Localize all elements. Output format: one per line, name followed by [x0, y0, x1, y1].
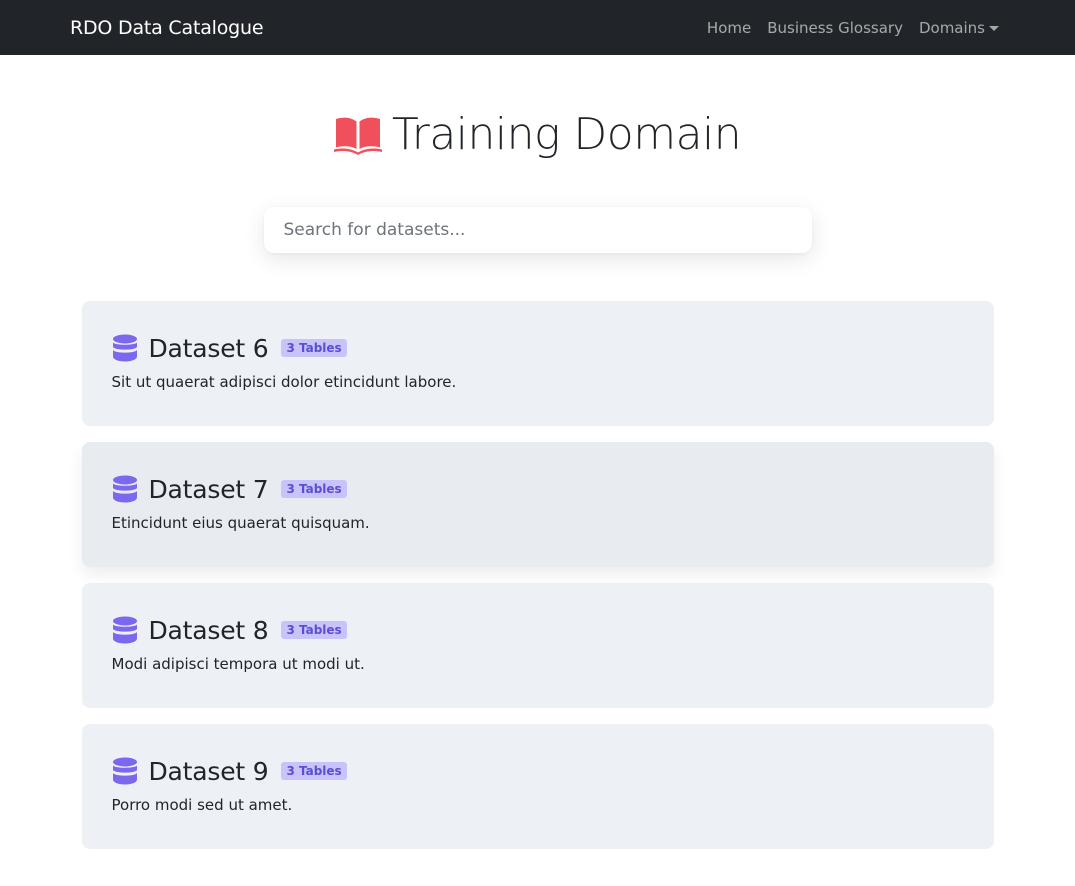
- tables-badge: 3 Tables: [281, 621, 347, 639]
- dataset-description: Modi adipisci tempora ut modi ut.: [111, 655, 365, 673]
- search-container: [263, 207, 812, 253]
- navbar: RDO Data Catalogue Home Business Glossar…: [0, 0, 1075, 55]
- search-input[interactable]: [263, 207, 812, 253]
- database-icon: [112, 616, 137, 644]
- brand-link[interactable]: RDO Data Catalogue: [70, 17, 264, 39]
- page-title: Training Domain: [391, 109, 742, 160]
- tables-badge: 3 Tables: [281, 339, 347, 357]
- dataset-title: Dataset 7: [148, 474, 269, 504]
- dataset-description: Porro modi sed ut amet.: [111, 796, 293, 814]
- database-icon: [112, 757, 137, 785]
- database-icon: [112, 475, 137, 503]
- dataset-title: Dataset 8: [148, 615, 269, 645]
- dataset-card-header: Dataset 6 3 Tables: [112, 331, 964, 365]
- page-header: Training Domain: [0, 110, 1075, 160]
- nav-dropdown-domains[interactable]: Domains: [919, 19, 999, 37]
- dataset-card[interactable]: Dataset 9 3 Tables Porro modi sed ut ame…: [81, 724, 994, 849]
- dataset-list: Dataset 6 3 Tables Sit ut quaerat adipis…: [81, 301, 994, 849]
- dataset-description: Sit ut quaerat adipisci dolor etincidunt…: [111, 373, 457, 391]
- book-open-icon: [333, 117, 382, 155]
- dataset-card[interactable]: Dataset 7 3 Tables Etincidunt eius quaer…: [81, 442, 994, 567]
- dataset-card-header: Dataset 7 3 Tables: [112, 472, 964, 506]
- caret-down-icon: [989, 25, 999, 31]
- dataset-title: Dataset 6: [148, 333, 269, 363]
- nav-link-business-glossary[interactable]: Business Glossary: [767, 19, 903, 37]
- nav-links: Home Business Glossary Domains: [707, 19, 999, 37]
- dataset-card[interactable]: Dataset 8 3 Tables Modi adipisci tempora…: [81, 583, 994, 708]
- dataset-title: Dataset 9: [148, 756, 269, 786]
- nav-dropdown-domains-label: Domains: [918, 18, 985, 37]
- dataset-card[interactable]: Dataset 6 3 Tables Sit ut quaerat adipis…: [81, 301, 994, 426]
- tables-badge: 3 Tables: [281, 762, 347, 780]
- dataset-card-header: Dataset 8 3 Tables: [112, 613, 964, 647]
- nav-link-home[interactable]: Home: [707, 19, 751, 37]
- database-icon: [112, 334, 137, 362]
- dataset-card-header: Dataset 9 3 Tables: [112, 754, 964, 788]
- tables-badge: 3 Tables: [281, 480, 347, 498]
- dataset-description: Etincidunt eius quaerat quisquam.: [111, 514, 370, 532]
